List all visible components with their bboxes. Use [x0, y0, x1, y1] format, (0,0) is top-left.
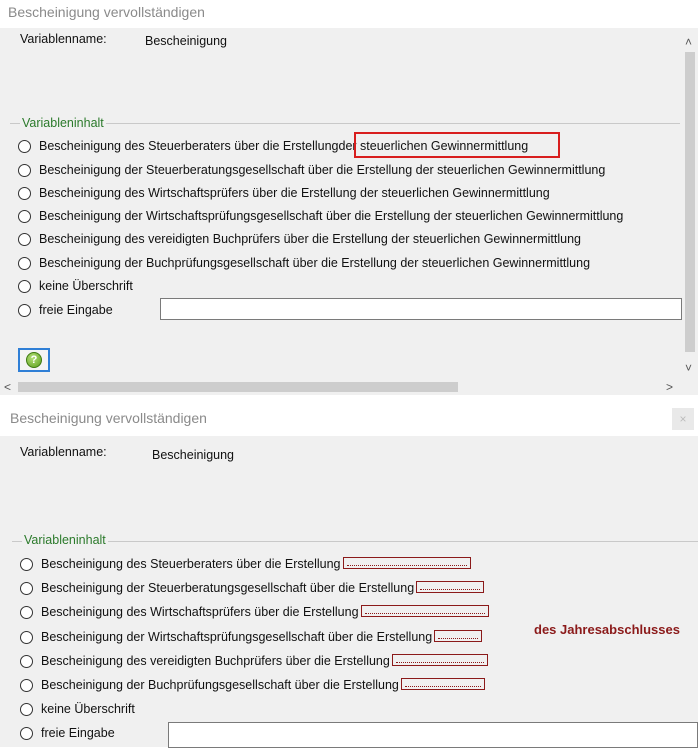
placeholder-field [400, 678, 485, 690]
top-option-1[interactable]: Bescheinigung der Steuerberatungsgesells… [18, 160, 605, 180]
radio-button[interactable] [20, 726, 33, 740]
radio-button[interactable] [18, 279, 31, 293]
placeholder-field [360, 605, 489, 617]
top-option-6[interactable]: keine Überschrift [18, 276, 133, 296]
bottom-variable-value: Bescheinigung [152, 448, 235, 462]
radio-button[interactable] [20, 678, 33, 692]
radio-button[interactable] [18, 256, 31, 270]
bottom-group-label: Variableninhalt [22, 533, 108, 547]
radio-button[interactable] [20, 702, 33, 716]
bottom-option-6[interactable]: keine Überschrift [20, 699, 135, 719]
horizontal-scroll-thumb[interactable] [18, 382, 458, 392]
option-label: Bescheinigung des Wirtschaftsprüfers übe… [39, 186, 550, 200]
bottom-option-1[interactable]: Bescheinigung der Steuerberatungsgesells… [20, 578, 485, 598]
placeholder-field [434, 630, 483, 642]
bottom-option-2[interactable]: Bescheinigung des Wirtschaftsprüfers übe… [20, 602, 489, 622]
option-label: keine Überschrift [39, 279, 133, 293]
option-label: Bescheinigung des Wirtschaftsprüfers übe… [41, 605, 359, 619]
bottom-dialog-body: Variablenname: Bescheinigung Variablenin… [0, 436, 698, 748]
bottom-option-4[interactable]: Bescheinigung des vereidigten Buchprüfer… [20, 651, 488, 671]
option-label: freie Eingabe [39, 303, 113, 317]
bottom-option-5[interactable]: Bescheinigung der Buchprüfungsgesellscha… [20, 675, 485, 695]
placeholder-field [391, 654, 488, 666]
placeholder-field [342, 557, 471, 569]
radio-button[interactable] [18, 186, 31, 200]
bottom-window-title: Bescheinigung vervollständigen [10, 410, 207, 426]
radio-button[interactable] [18, 209, 31, 223]
top-window-title: Bescheinigung vervollständigen [8, 4, 205, 20]
radio-button[interactable] [20, 605, 33, 619]
placeholder-suffix: des Jahresabschlusses [534, 622, 680, 637]
option-label: keine Überschrift [41, 702, 135, 716]
top-group-label: Variableninhalt [20, 116, 106, 130]
option-label: Bescheinigung der Buchprüfungsgesellscha… [41, 678, 399, 692]
option-label: Bescheinigung der Wirtschaftsprüfungsges… [41, 630, 433, 644]
option-label: Bescheinigung der Buchprüfungsgesellscha… [39, 256, 591, 270]
bottom-option-7[interactable]: freie Eingabe [20, 723, 115, 743]
option-label: Bescheinigung der Steuerberatungsgesells… [41, 581, 415, 595]
top-group-line [10, 123, 680, 124]
red-highlight-box [354, 132, 560, 158]
radio-button[interactable] [18, 139, 31, 153]
top-title-bar: Bescheinigung vervollständigen [0, 0, 698, 28]
option-label: Bescheinigung des Steuerberaters über di… [39, 139, 339, 153]
bottom-option-0[interactable]: Bescheinigung des Steuerberaters über di… [20, 554, 471, 574]
help-icon: ? [26, 352, 42, 368]
help-button[interactable]: ? [18, 348, 50, 372]
top-horizontal-scrollbar[interactable]: < > [0, 379, 698, 395]
radio-button[interactable] [18, 303, 31, 317]
radio-button[interactable] [18, 232, 31, 246]
radio-button[interactable] [20, 654, 33, 668]
scroll-up-icon[interactable]: ˄ [685, 36, 692, 48]
bottom-title-bar: Bescheinigung vervollständigen × [0, 402, 698, 436]
option-label: Bescheinigung des Steuerberaters über di… [41, 557, 341, 571]
scroll-left-icon[interactable]: < [4, 381, 11, 393]
option-label: Bescheinigung des vereidigten Buchprüfer… [39, 232, 581, 246]
top-vertical-scrollbar[interactable]: ˄ ˅ [682, 28, 698, 379]
radio-button[interactable] [20, 630, 33, 644]
option-label: Bescheinigung des vereidigten Buchprüfer… [41, 654, 390, 668]
bottom-free-input[interactable] [168, 722, 698, 748]
top-option-7[interactable]: freie Eingabe [18, 300, 113, 320]
top-free-input[interactable] [160, 298, 682, 320]
top-variable-value: Bescheinigung [145, 34, 228, 48]
close-icon[interactable]: × [672, 408, 694, 430]
scroll-right-icon[interactable]: > [666, 381, 673, 393]
vertical-scroll-thumb[interactable] [685, 52, 695, 352]
scroll-down-icon[interactable]: ˅ [685, 362, 692, 374]
top-option-5[interactable]: Bescheinigung der Buchprüfungsgesellscha… [18, 253, 590, 273]
option-label: Bescheinigung der Wirtschaftsprüfungsges… [39, 209, 624, 223]
bottom-variable-label: Variablenname: [20, 445, 107, 459]
option-label: freie Eingabe [41, 726, 115, 740]
option-label: Bescheinigung der Steuerberatungsgesells… [39, 163, 606, 177]
radio-button[interactable] [18, 163, 31, 177]
bottom-option-3[interactable]: Bescheinigung der Wirtschaftsprüfungsges… [20, 627, 483, 647]
top-option-3[interactable]: Bescheinigung der Wirtschaftsprüfungsges… [18, 206, 623, 226]
top-dialog-body: Variablenname: Bescheinigung Variablenin… [0, 28, 698, 379]
bottom-group-line [12, 541, 698, 542]
radio-button[interactable] [20, 581, 33, 595]
radio-button[interactable] [20, 557, 33, 571]
top-option-2[interactable]: Bescheinigung des Wirtschaftsprüfers übe… [18, 183, 550, 203]
top-variable-label: Variablenname: [20, 32, 107, 46]
placeholder-field [416, 581, 485, 593]
top-option-4[interactable]: Bescheinigung des vereidigten Buchprüfer… [18, 229, 581, 249]
